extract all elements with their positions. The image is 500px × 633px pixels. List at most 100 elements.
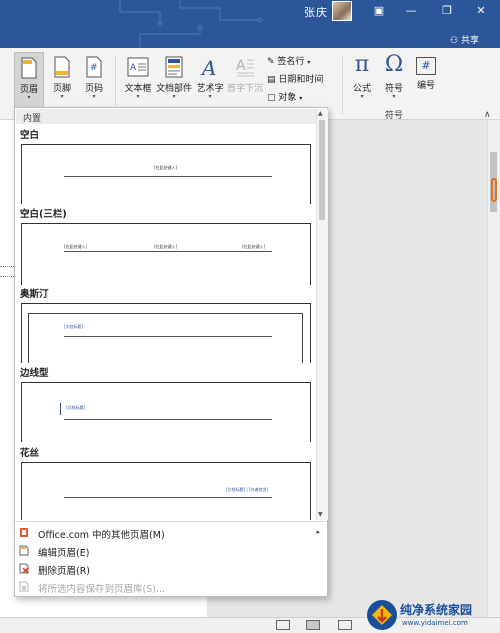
chevron-down-icon: ▾ — [392, 93, 396, 100]
chevron-down-icon: ▾ — [208, 93, 212, 100]
placeholder-text: [在此处键入] — [154, 165, 178, 170]
gallery-scrollbar-thumb[interactable] — [319, 120, 325, 220]
scroll-up-icon[interactable]: ▲ — [318, 110, 323, 117]
title-bar: 张庆 ▣ — ❐ ✕ ⚇ 共享 — [0, 0, 500, 48]
number-icon: # — [416, 57, 436, 75]
svg-text:A: A — [236, 58, 246, 74]
header-icon — [21, 57, 37, 79]
web-layout-icon[interactable] — [338, 620, 352, 630]
page-number-icon: # — [86, 56, 102, 78]
template-name: 空白(三栏) — [20, 209, 67, 220]
scroll-highlight — [491, 178, 497, 202]
text-boundary — [0, 276, 14, 277]
template-name: 空白 — [20, 130, 40, 141]
wordart-button[interactable]: A 艺术字 ▾ — [195, 52, 225, 108]
header-rule — [64, 497, 272, 498]
signature-line-button[interactable]: ✎ 签名行 ▾ — [267, 54, 310, 67]
header-rule — [64, 419, 272, 420]
circuit-pattern-icon — [119, 0, 263, 48]
chevron-down-icon: ▾ — [27, 94, 31, 101]
restore-icon[interactable]: ❐ — [436, 2, 458, 20]
header-button[interactable]: 页眉 ▾ — [14, 52, 44, 108]
template-name: 花丝 — [20, 448, 40, 459]
template-austin[interactable]: [文档标题] — [21, 303, 311, 363]
ribbon-display-options-icon[interactable]: ▣ — [368, 2, 390, 20]
chevron-down-icon: ▾ — [360, 93, 364, 100]
more-headers-office-menu-item[interactable]: Office.com 中的其他页眉(M) ▸ — [15, 524, 327, 542]
dropcap-icon: A — [236, 58, 254, 77]
save-selection-icon — [19, 581, 29, 592]
symbol-button[interactable]: Ω 符号 ▾ — [380, 52, 408, 108]
placeholder-text: [文档标题] — [64, 324, 84, 329]
menu-label: 将所选内容保存到页眉库(S)... — [38, 584, 166, 595]
template-name: 奥斯汀 — [20, 289, 49, 300]
template-name: 边线型 — [20, 368, 49, 379]
textbox-button[interactable]: A 文本框 ▾ — [120, 52, 156, 108]
read-mode-icon[interactable] — [276, 620, 290, 630]
symbol-icon: Ω — [384, 52, 404, 77]
close-icon[interactable]: ✕ — [470, 2, 492, 20]
user-name[interactable]: 张庆 — [304, 4, 328, 20]
menu-label: 编辑页眉(E) — [38, 548, 90, 559]
datetime-button[interactable]: ▤ 日期和时间 — [267, 72, 323, 85]
svg-text:A: A — [200, 56, 216, 78]
collapse-ribbon-icon[interactable]: ∧ — [484, 110, 491, 120]
chevron-down-icon: ▾ — [92, 93, 96, 100]
chevron-right-icon: ▸ — [316, 528, 320, 536]
share-label: 共享 — [460, 36, 479, 46]
remove-header-icon — [19, 563, 29, 574]
side-bar — [60, 403, 61, 415]
menu-label: 删除页眉(R) — [38, 566, 91, 577]
watermark-url: www.yidaimei.com — [402, 619, 468, 627]
header-menu: Office.com 中的其他页眉(M) ▸ 编辑页眉(E) 删除页眉(R) 将… — [15, 521, 327, 596]
ribbon-divider — [342, 56, 343, 114]
text-boundary — [0, 266, 14, 267]
quick-parts-button[interactable]: 文档部件 ▾ — [155, 52, 193, 108]
object-button[interactable]: ▢ 对象 ▾ — [267, 90, 302, 103]
footer-icon — [54, 56, 70, 78]
signature-line-icon: ✎ — [267, 57, 275, 67]
section-header: 内置 — [16, 109, 327, 124]
number-button[interactable]: # 编号 — [412, 52, 440, 108]
remove-header-menu-item[interactable]: 删除页眉(R) — [15, 560, 327, 578]
placeholder-text: [在此处键入] — [154, 244, 178, 249]
header-rule — [64, 251, 272, 252]
placeholder-text: [文档标题] — [66, 405, 86, 410]
placeholder-text: [在此处键入] — [242, 244, 266, 249]
edit-header-icon — [19, 545, 29, 556]
object-icon: ▢ — [267, 93, 276, 103]
datetime-icon: ▤ — [267, 75, 276, 85]
chevron-down-icon: ▾ — [172, 93, 176, 100]
header-rule — [64, 176, 272, 177]
template-blank-three-column[interactable]: [在此处键入] [在此处键入] [在此处键入] — [21, 223, 311, 285]
office-icon — [20, 528, 28, 537]
template-filigree[interactable]: [文档标题] | [作者姓名] — [21, 462, 311, 520]
save-selection-menu-item[interactable]: 将所选内容保存到页眉库(S)... — [15, 578, 327, 596]
person-icon: ⚇ — [450, 36, 459, 46]
object-label: 对象 — [278, 93, 297, 103]
svg-text:#: # — [90, 63, 98, 73]
footer-button[interactable]: 页脚 ▾ — [48, 52, 76, 108]
avatar[interactable] — [332, 1, 352, 21]
share-button[interactable]: ⚇ 共享 — [450, 33, 479, 46]
minimize-icon[interactable]: — — [400, 2, 422, 20]
equation-icon: π — [354, 52, 370, 77]
section-label: 内置 — [23, 114, 42, 124]
dropcap-label: 首字下沉 — [226, 84, 263, 94]
equation-button[interactable]: π 公式 ▾ — [348, 52, 376, 108]
header-rule — [64, 336, 272, 337]
template-blank[interactable]: [在此处键入] — [21, 144, 311, 204]
signature-line-label: 签名行 — [277, 57, 305, 67]
placeholder-text: [在此处键入] — [64, 244, 88, 249]
chevron-down-icon: ▾ — [307, 59, 311, 66]
scroll-down-icon[interactable]: ▼ — [318, 511, 323, 518]
dropcap-button[interactable]: A 首字下沉 — [226, 52, 264, 108]
placeholder-text: [文档标题] | [作者姓名] — [226, 487, 269, 492]
edit-header-menu-item[interactable]: 编辑页眉(E) — [15, 542, 327, 560]
quick-parts-icon — [165, 56, 183, 78]
template-sideline[interactable]: [文档标题] — [21, 382, 311, 442]
print-layout-icon[interactable] — [306, 620, 320, 630]
chevron-down-icon: ▾ — [60, 93, 64, 100]
datetime-label: 日期和时间 — [278, 75, 324, 85]
page-number-button[interactable]: # 页码 ▾ — [80, 52, 108, 108]
